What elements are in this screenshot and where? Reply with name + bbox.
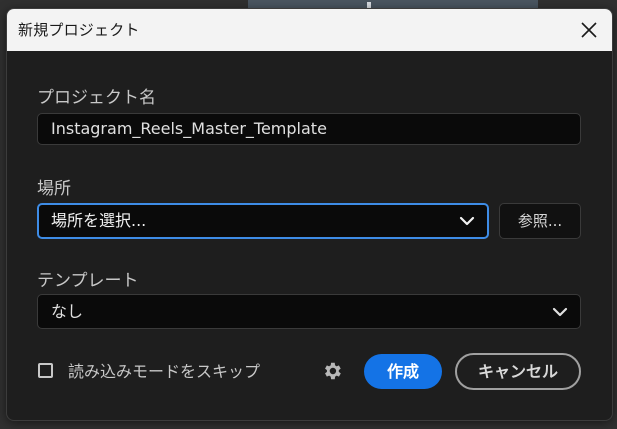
skip-import-checkbox[interactable]: [38, 363, 53, 378]
close-button[interactable]: [572, 13, 606, 47]
project-name-input[interactable]: Instagram_Reels_Master_Template: [37, 113, 581, 145]
chevron-down-icon: [552, 307, 568, 316]
template-label: テンプレート: [37, 271, 139, 291]
template-select[interactable]: なし: [37, 294, 581, 329]
project-name-value: Instagram_Reels_Master_Template: [51, 119, 327, 138]
browse-button[interactable]: 参照...: [499, 203, 581, 239]
location-select[interactable]: 場所を選択...: [37, 203, 489, 239]
chevron-down-icon: [459, 216, 475, 226]
dialog-titlebar: 新規プロジェクト: [7, 9, 612, 51]
gear-icon[interactable]: [321, 360, 343, 382]
location-label: 場所: [37, 179, 71, 199]
skip-import-label: 読み込みモードをスキップ: [68, 362, 261, 381]
create-button[interactable]: 作成: [364, 354, 442, 389]
background-preview-image: [248, 0, 538, 8]
dialog-title: 新規プロジェクト: [18, 21, 140, 39]
close-icon: [581, 22, 597, 38]
location-value: 場所を選択...: [51, 211, 147, 230]
project-name-label: プロジェクト名: [37, 88, 156, 108]
cancel-button[interactable]: キャンセル: [455, 353, 581, 390]
new-project-dialog: 新規プロジェクト プロジェクト名 Instagram_Reels_Master_…: [6, 8, 613, 421]
template-value: なし: [51, 302, 84, 321]
